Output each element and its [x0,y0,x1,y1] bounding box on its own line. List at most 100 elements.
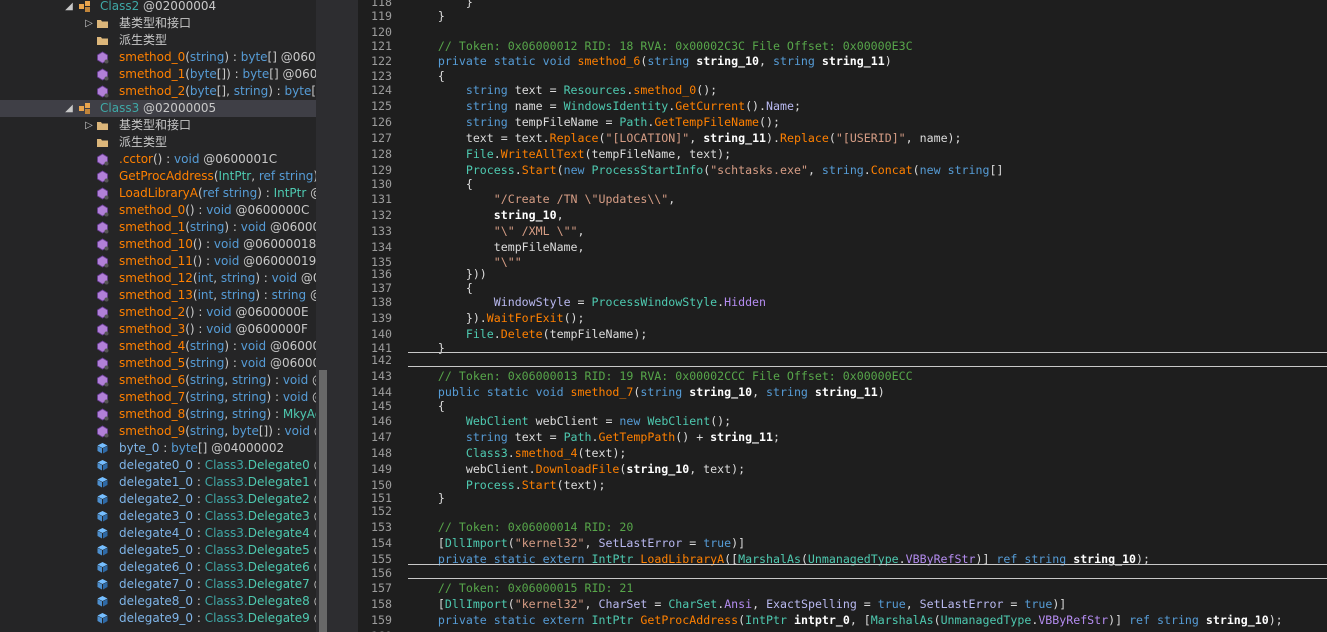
code-line[interactable]: 152 [358,503,1327,519]
tree-row[interactable]: byte_0 : byte[] @04000002 [0,440,330,457]
code-line[interactable]: 124 string text = Resources.smethod_0(); [358,82,1327,98]
code-line[interactable]: 138 WindowStyle = ProcessWindowStyle.Hid… [358,294,1327,310]
tree-row[interactable]: smethod_0() : void @0600000C [0,202,330,219]
tree-row[interactable]: delegate1_0 : Class3.Delegate1 @ [0,474,330,491]
tree-row[interactable]: 派生类型 [0,32,330,49]
code-token: ( [828,131,836,145]
code-line[interactable]: 158 [DllImport("kernel32", CharSet = Cha… [358,596,1327,612]
code-token: Replace [780,131,829,145]
code-line[interactable]: 130 { [358,176,1327,192]
tree-row[interactable]: delegate0_0 : Class3.Delegate0 @ [0,457,330,474]
method-separator [408,578,1327,579]
tree-row[interactable]: GetProcAddress(IntPtr, ref string) [0,168,330,185]
code-line[interactable]: 133 "\" /XML \"", [358,223,1327,239]
tree-label-part: [], [216,84,234,98]
tree-row[interactable]: delegate3_0 : Class3.Delegate3 @ [0,508,330,525]
tree-row[interactable]: delegate9_0 : Class3.Delegate9 @ [0,610,330,627]
code-token: , name); [905,131,962,145]
tree-row[interactable]: delegate8_0 : Class3.Delegate8 @ [0,593,330,610]
tree-label-part: ) : [224,50,241,64]
tree-row[interactable]: delegate7_0 : Class3.Delegate7 @ [0,576,330,593]
tree-row[interactable]: smethod_7(string, string) : void @ [0,389,330,406]
code-token: string [465,430,508,444]
code-line[interactable]: 119 } [358,8,1327,24]
tree-label-part: ) : [266,390,283,404]
code-line[interactable]: 122 private static void smethod_6(string… [358,53,1327,69]
tree-label-part: () : [153,152,175,166]
tree-row[interactable]: smethod_13(int, string) : string @0 [0,287,330,304]
tree-label-part: @06000019 [239,254,317,268]
code-line[interactable]: 143 // Token: 0x06000013 RID: 19 RVA: 0x… [358,368,1327,384]
tree-row[interactable]: smethod_12(int, string) : void @06 [0,270,330,287]
tree-row[interactable]: .cctor() : void @0600001C [0,151,330,168]
tree-label-part: : [193,526,205,540]
code-line[interactable]: 160 [358,628,1327,632]
tree-row[interactable]: smethod_9(string, byte[]) : void @ [0,423,330,440]
tree-row[interactable]: delegate6_0 : Class3.Delegate6 @ [0,559,330,576]
tree-row[interactable]: ◢ Class3 @02000005 [0,100,330,117]
tree-row[interactable]: ▷ 基类型和接口 [0,117,330,134]
code-token: ). [766,131,780,145]
tree-row[interactable]: smethod_11() : void @06000019 [0,253,330,270]
method-icon [96,153,109,166]
tree-row[interactable]: smethod_4(string) : void @060000 [0,338,330,355]
tree-row[interactable]: smethod_0(string) : byte[] @06000 [0,49,330,66]
code-text: }).WaitForExit(); [410,310,585,326]
code-token: Name [766,99,794,113]
line-number: 122 [371,54,392,68]
code-line[interactable]: 139 }).WaitForExit(); [358,310,1327,326]
tree-row[interactable]: smethod_3() : void @0600000F [0,321,330,338]
tree-label-part: string [189,373,225,387]
code-line[interactable]: 146 WebClient webClient = new WebClient(… [358,413,1327,429]
expand-arrow-icon[interactable]: ▷ [84,117,94,134]
code-line[interactable]: 128 File.WriteAllText(tempFileName, text… [358,146,1327,162]
code-line[interactable]: 154 [DllImport("kernel32", SetLastError … [358,535,1327,551]
panel-divider[interactable] [330,0,358,632]
code-line[interactable]: 145 { [358,398,1327,414]
tree-row[interactable]: delegate5_0 : Class3.Delegate5 @ [0,542,330,559]
tree-row[interactable]: smethod_8(string, string) : MkyAd [0,406,330,423]
code-token: File [465,327,494,341]
code-line[interactable]: 157 // Token: 0x06000015 RID: 21 [358,580,1327,596]
tree-row[interactable]: smethod_2() : void @0600000E [0,304,330,321]
tree-row[interactable]: smethod_6(string, string) : void @ [0,372,330,389]
code-line[interactable]: 131 "/Create /TN \"Updates\\", [358,191,1327,207]
tree-row[interactable]: delegate4_0 : Class3.Delegate4 @ [0,525,330,542]
code-line[interactable]: 134 tempFileName, [358,239,1327,255]
tree-row[interactable]: ▷ 基类型和接口 [0,15,330,32]
tree-label-part: delegate7_0 [119,577,194,591]
tree-row[interactable]: 派生类型 [0,134,330,151]
tree-row[interactable]: smethod_2(byte[], string) : byte[] @ [0,83,330,100]
code-editor[interactable]: 118 } 119 } 120 121 // Token: 0x06000012 RI… [358,0,1327,632]
tree-row[interactable]: smethod_10() : void @06000018 [0,236,330,253]
code-line[interactable]: 127 text = text.Replace("[LOCATION]", st… [358,130,1327,146]
tree-row[interactable]: smethod_5(string) : void @060000 [0,355,330,372]
code-token: new [619,414,641,428]
code-token: ; [773,430,780,444]
expand-arrow-icon[interactable]: ▷ [84,15,94,32]
code-line[interactable]: 126 string tempFileName = Path.GetTempFi… [358,114,1327,130]
code-line[interactable]: 147 string text = Path.GetTempPath() + s… [358,429,1327,445]
tree-row[interactable]: smethod_1(byte[]) : byte[] @06000 [0,66,330,83]
code-line[interactable]: 121 // Token: 0x06000012 RID: 18 RVA: 0x… [358,38,1327,54]
tree-row[interactable]: smethod_1(string) : void @060000 [0,219,330,236]
assembly-tree-panel[interactable]: ◢ Class2 @02000004 ▷ 基类型和接口 派生类型 smethod_0(st… [0,0,330,632]
tree-row[interactable]: delegate2_0 : Class3.Delegate2 @ [0,491,330,508]
line-number: 132 [371,208,392,222]
tree-scrollbar-thumb[interactable] [319,370,327,632]
tree-row[interactable]: ◢ Class2 @02000004 [0,0,330,15]
code-line[interactable]: 132 string_10, [358,207,1327,223]
collapse-arrow-icon[interactable]: ◢ [64,100,74,117]
field-icon [96,544,109,557]
code-line[interactable]: 159 private static extern IntPtr GetProc… [358,612,1327,628]
code-line[interactable]: 149 webClient.DownloadFile(string_10, te… [358,461,1327,477]
collapse-arrow-icon[interactable]: ◢ [64,0,74,15]
code-line[interactable]: 125 string name = WindowsIdentity.GetCur… [358,98,1327,114]
code-token: smethod_6 [577,54,641,68]
tree-row[interactable]: LoadLibraryA(ref string) : IntPtr @ [0,185,330,202]
tree-label-part: delegate6_0 [119,560,194,574]
method-separator [408,366,1327,367]
code-line[interactable]: 148 Class3.smethod_4(text); [358,445,1327,461]
code-line[interactable]: 153 // Token: 0x06000014 RID: 20 [358,519,1327,535]
